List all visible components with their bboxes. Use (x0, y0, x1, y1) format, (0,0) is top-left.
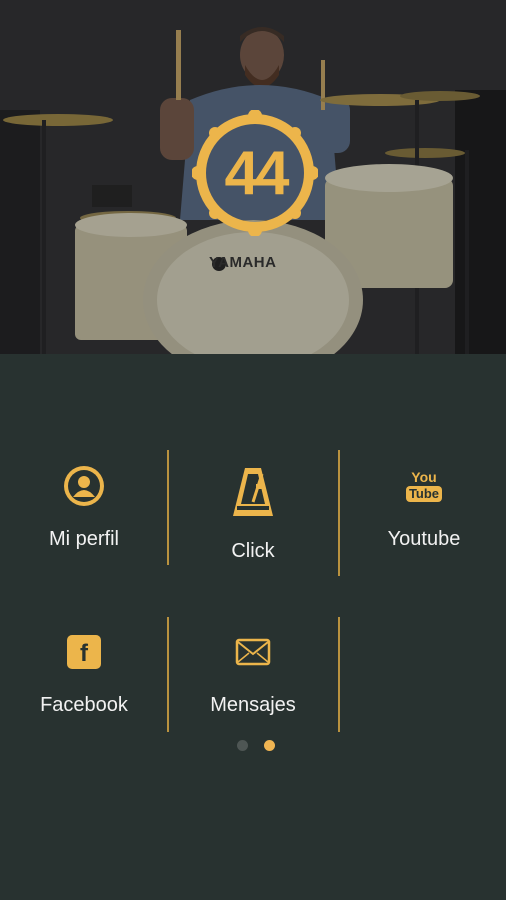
divider (338, 617, 340, 732)
menu-item-label: Mi perfil (48, 528, 119, 550)
menu-item-click[interactable]: Click (169, 466, 337, 563)
youtube-icon: You Tube (405, 466, 443, 506)
menu-item-mi-perfil[interactable]: Mi perfil (0, 464, 168, 551)
menu-item-label: Facebook (40, 694, 128, 716)
main-menu: Mi perfil Click You Tube Youtube f Faceb… (0, 354, 506, 900)
page-dot-1[interactable] (237, 740, 248, 751)
kick-drum-brand: YAMAHA (209, 254, 277, 271)
menu-item-mensajes[interactable]: Mensajes (169, 636, 337, 717)
facebook-icon: f (67, 634, 101, 670)
metronome-icon (232, 466, 274, 518)
menu-item-label: Click (231, 540, 275, 562)
page-indicator (237, 740, 275, 751)
menu-item-youtube[interactable]: You Tube Youtube (340, 466, 506, 551)
menu-item-label: Youtube (387, 528, 461, 550)
menu-item-label: Mensajes (210, 694, 296, 716)
profile-icon (62, 464, 106, 508)
page-dot-2-active[interactable] (264, 740, 275, 751)
menu-item-facebook[interactable]: f Facebook (0, 634, 168, 717)
logo-text: 44 (224, 138, 290, 208)
app-logo: 44 (191, 109, 319, 237)
messages-icon (235, 636, 271, 668)
hero-banner: 44 YAMAHA (0, 0, 506, 354)
